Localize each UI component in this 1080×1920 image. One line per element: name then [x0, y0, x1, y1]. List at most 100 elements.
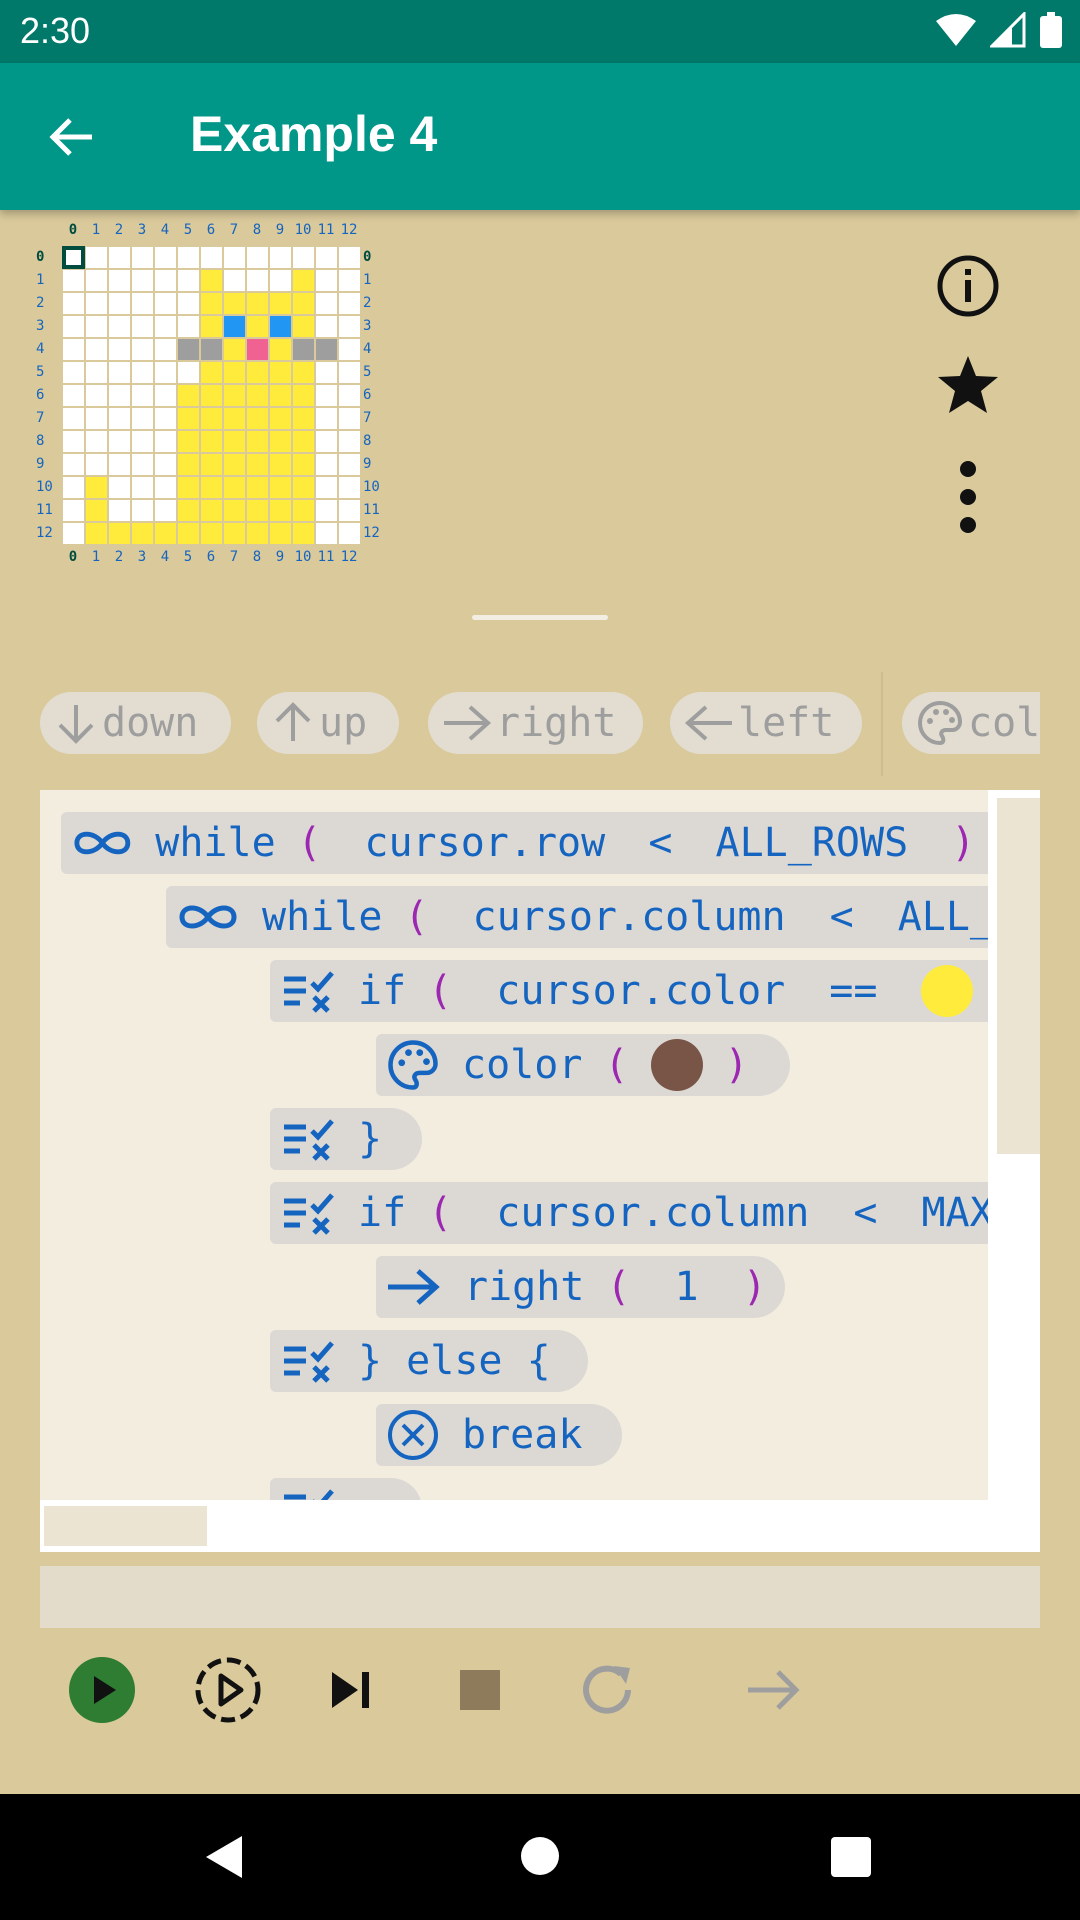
- grid-row-label: 1: [36, 272, 45, 288]
- code-line-if-color[interactable]: if ( cursor.color == ): [270, 960, 988, 1022]
- up-label: up: [319, 700, 368, 746]
- grid-cell: [200, 292, 223, 315]
- info-icon[interactable]: [936, 254, 1000, 318]
- grid-col-label: 2: [114, 549, 124, 565]
- grid-cell: [246, 384, 269, 407]
- skip-next-icon[interactable]: [328, 1656, 374, 1724]
- grid-cell: [131, 246, 154, 269]
- color-swatch-brown[interactable]: [650, 1039, 703, 1091]
- nav-home-icon[interactable]: [520, 1836, 560, 1876]
- step-play-icon[interactable]: [194, 1656, 262, 1724]
- grid-cell: [292, 476, 315, 499]
- code-line-right-call[interactable]: right ( 1 ): [376, 1256, 785, 1318]
- grid-row-label: 2: [36, 295, 45, 311]
- grid-col-label: 6: [206, 549, 216, 565]
- grid-cell: [315, 246, 338, 269]
- vertical-scrollbar[interactable]: [993, 794, 1040, 1512]
- code-line-if-column[interactable]: if ( cursor.column < MAX_: [270, 1182, 988, 1244]
- grid-cell: [131, 476, 154, 499]
- code-line-break[interactable]: break: [376, 1404, 622, 1466]
- grid-cell: [315, 476, 338, 499]
- grid-cell: [315, 315, 338, 338]
- signal-icon: [990, 12, 1026, 48]
- right-keyword: right: [464, 1264, 585, 1310]
- grid-cell: [246, 338, 269, 361]
- color-swatch-yellow[interactable]: [921, 965, 974, 1017]
- grid-row-label: 3: [363, 318, 372, 334]
- grid-row-label: 9: [363, 456, 372, 472]
- back-arrow-icon[interactable]: [42, 107, 102, 167]
- down-button[interactable]: down: [40, 692, 231, 754]
- code-line-color-call[interactable]: color ( ): [376, 1034, 790, 1096]
- grid-cell: [269, 292, 292, 315]
- code-line-while-columns[interactable]: while ( cursor.column < ALL_C: [166, 886, 988, 948]
- color-button[interactable]: col: [902, 692, 1040, 754]
- grid-cell: [62, 499, 85, 522]
- open-paren: (: [297, 820, 322, 866]
- grid-col-label: 0: [68, 549, 78, 565]
- expr-left: cursor.column: [496, 1190, 810, 1236]
- grid-cell: [62, 476, 85, 499]
- grid-cell: [131, 430, 154, 453]
- grid-cell: [62, 361, 85, 384]
- grid-cell: [246, 315, 269, 338]
- stop-icon[interactable]: [458, 1656, 502, 1724]
- more-vert-icon[interactable]: [956, 460, 980, 534]
- grid-row-label: 6: [36, 387, 45, 403]
- grid-cell: [131, 269, 154, 292]
- close-brace: }: [358, 1116, 383, 1162]
- grid-cell: [292, 407, 315, 430]
- right-button[interactable]: right: [428, 692, 643, 754]
- grid-col-label: 11: [317, 549, 335, 565]
- command-toolbar: down up right left col: [40, 692, 1040, 758]
- operator: <: [853, 1190, 878, 1236]
- right-label: right: [496, 700, 617, 746]
- cancel-icon: [388, 1410, 438, 1460]
- grid-col-label: 9: [275, 549, 285, 565]
- play-icon[interactable]: [68, 1656, 136, 1724]
- grid-cell: [246, 476, 269, 499]
- horizontal-scroll-thumb[interactable]: [44, 1506, 207, 1546]
- drag-handle[interactable]: [472, 615, 608, 620]
- grid-row-label: 7: [36, 410, 45, 426]
- grid-cell: [108, 315, 131, 338]
- vertical-scroll-thumb[interactable]: [997, 798, 1040, 1154]
- nav-back-icon[interactable]: [204, 1834, 244, 1880]
- grid-cell: [200, 476, 223, 499]
- grid-cell: [269, 384, 292, 407]
- star-icon[interactable]: [936, 352, 1000, 416]
- up-button[interactable]: up: [257, 692, 399, 754]
- grid-cell: [177, 246, 200, 269]
- grid-cell: [292, 430, 315, 453]
- grid-cell: [200, 453, 223, 476]
- battery-icon: [1040, 12, 1062, 48]
- grid-cell: [62, 292, 85, 315]
- grid-cell: [269, 269, 292, 292]
- grid-cell: [223, 315, 246, 338]
- grid-cell: [108, 384, 131, 407]
- grid-cell: [108, 522, 131, 545]
- else-keyword: } else {: [358, 1338, 551, 1384]
- code-line-else[interactable]: } else {: [270, 1330, 588, 1392]
- grid-cell: [85, 361, 108, 384]
- grid-col-label: 11: [317, 222, 335, 238]
- nav-recents-icon[interactable]: [830, 1836, 872, 1878]
- grid-col-label: 5: [183, 222, 193, 238]
- navigation-bar: [0, 1794, 1080, 1920]
- grid-row-label: 5: [363, 364, 372, 380]
- grid-cell: [269, 522, 292, 545]
- grid-cell: [223, 522, 246, 545]
- grid-col-label: 2: [114, 222, 124, 238]
- grid-col-label: 5: [183, 549, 193, 565]
- restart-icon[interactable]: [578, 1656, 638, 1724]
- while-keyword: while: [155, 820, 276, 866]
- code-line-if-end[interactable]: }: [270, 1108, 422, 1170]
- code-line-while-rows[interactable]: while ( cursor.row < ALL_ROWS ) {: [61, 812, 988, 874]
- grid-cell: [154, 361, 177, 384]
- grid-cell: [338, 315, 361, 338]
- arrow-right-icon[interactable]: [744, 1656, 804, 1724]
- code-area[interactable]: while ( cursor.row < ALL_ROWS ) { while …: [40, 790, 988, 1500]
- grid-cell: [246, 522, 269, 545]
- code-line-partial[interactable]: [270, 1478, 422, 1500]
- left-button[interactable]: left: [670, 692, 862, 754]
